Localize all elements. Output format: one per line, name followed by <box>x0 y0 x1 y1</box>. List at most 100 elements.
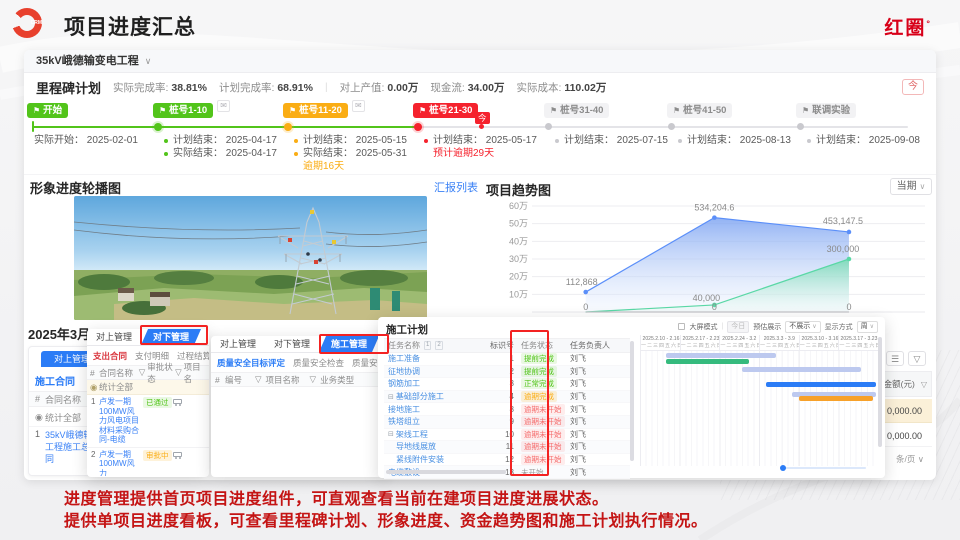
filter-icon[interactable]: ▽ <box>175 367 182 378</box>
fullscreen-checkbox[interactable] <box>678 323 685 330</box>
gantt-today-button[interactable]: 今日 <box>727 321 749 333</box>
task-row[interactable]: 导地线展放11逾期未开始刘飞 <box>384 441 630 454</box>
sort-badge-2[interactable]: 2 <box>435 341 442 350</box>
card-a-row-2[interactable]: 2 卢发一期100MW风力 审批中 <box>87 448 209 476</box>
gantt-bar[interactable] <box>766 382 875 387</box>
card-a-tabs: 对上管理 对下管理 <box>87 329 209 346</box>
stat-cashflow: 现金流: 34.00万 <box>430 80 504 95</box>
column-settings-button[interactable]: ☰ <box>886 351 904 366</box>
gantt-toolbar: 大屏模式 | 今日 预估展示 不展示 ∨ 显示方式 周 ∨ <box>640 320 878 333</box>
stat-output: 对上产值: 0.00万 <box>340 80 419 95</box>
task-name-link[interactable]: 钢筋加工 <box>388 378 420 389</box>
today-button[interactable]: 今 <box>902 79 924 95</box>
pager-size-select[interactable]: 条/页 ∨ <box>896 453 924 465</box>
task-row[interactable]: 施工准备1提前完成刘飞 <box>384 353 630 366</box>
table-vertical-scrollbar[interactable] <box>630 341 634 461</box>
project-selector[interactable]: 35kV峨德输变电工程∨ <box>24 50 936 73</box>
status-badge: 审批中 <box>143 450 172 461</box>
task-name-link[interactable]: 铁塔组立 <box>388 416 420 427</box>
milestone-flag-badge[interactable]: ⚑桩号41-50 <box>667 103 732 118</box>
gantt-bar[interactable] <box>666 359 749 364</box>
milestone-detail-line: 计划结束： 2025-07-15 <box>555 134 668 147</box>
svg-text:300,000: 300,000 <box>827 244 860 254</box>
milestone-flag-badge[interactable]: ⚑开始 <box>27 103 68 118</box>
task-row[interactable]: 铁塔组立9逾期未开始刘飞 <box>384 416 630 429</box>
svg-text:20万: 20万 <box>509 272 528 282</box>
report-list-link[interactable]: 汇报列表 <box>434 179 478 195</box>
slider-knob[interactable] <box>780 465 786 471</box>
card-a-row-1[interactable]: 1 卢发一期100MW风力风电项目材料采购合同-电缆 已通过 <box>87 395 209 448</box>
task-row[interactable]: ⊟基础部分施工4逾期完成刘飞 <box>384 391 630 404</box>
today-marker-dot <box>479 124 484 129</box>
gantt-bar[interactable] <box>742 367 861 372</box>
task-row[interactable]: 接地施工8逾期未开始刘飞 <box>384 403 630 416</box>
gantt-zoom-slider[interactable] <box>780 464 866 472</box>
milestone-flag-badge[interactable]: ⚑桩号1-10 <box>153 103 213 118</box>
task-row[interactable]: 紧线附件安装12逾期未开始刘飞 <box>384 454 630 467</box>
milestone-flag-badge[interactable]: ⚑桩号31-40 <box>544 103 609 118</box>
task-owner: 刘飞 <box>558 366 610 377</box>
milestone-label: 开始 <box>43 103 62 118</box>
milestone-detail-line: 实际结束： 2025-04-17 <box>164 147 277 160</box>
milestone-node: ⚑桩号11-20 ✉ <box>283 100 365 118</box>
task-name-link[interactable]: 接地施工 <box>388 404 420 415</box>
contract-link[interactable]: 卢发一期100MW风力 <box>99 450 141 474</box>
flag-icon: ⚑ <box>419 103 426 118</box>
milestone-flag-badge[interactable]: ⚑联调实验 <box>796 103 856 118</box>
gantt-bar[interactable] <box>666 353 775 358</box>
stat-circle-icon: ◉ <box>87 382 99 393</box>
task-row[interactable]: 征地协调2提前完成刘飞 <box>384 366 630 379</box>
expense-contract-card: 对上管理 对下管理 支出合同 支付明细 过程结算 # 合同名称▽ 审批状态▽ 项… <box>87 329 209 477</box>
mail-icon[interactable]: ✉ <box>217 100 230 112</box>
filter-icon[interactable]: ▽ <box>917 380 931 389</box>
gantt-bar[interactable] <box>799 396 873 401</box>
progress-photo-carousel[interactable] <box>74 196 427 320</box>
task-name-link[interactable]: 紧线附件安装 <box>396 454 444 465</box>
page-title: 项目进度汇总 <box>64 11 196 41</box>
subtab-expense-contract[interactable]: 支出合同 <box>93 350 127 362</box>
milestone-flag-badge[interactable]: ⚑桩号21-30 <box>413 103 478 118</box>
forecast-select[interactable]: 不展示 ∨ <box>785 321 820 333</box>
task-name-link[interactable]: 征地协调 <box>388 366 420 377</box>
milestone-detail-line: 实际开始： 2025-02-01 <box>34 134 138 147</box>
gantt-week-column: 2025.2.24 - 3.2一二三四五六日 <box>719 335 759 350</box>
task-name-link[interactable]: 导地线展放 <box>396 441 436 452</box>
sort-badge-1[interactable]: 1 <box>424 341 431 350</box>
period-dropdown[interactable]: 当期 ∨ <box>890 178 932 195</box>
tab-duixia[interactable]: 对下管理 <box>141 329 201 345</box>
milestone-node: ⚑桩号31-40 <box>544 100 609 118</box>
card-a-table-header: # 合同名称▽ 审批状态▽ 项目名 <box>87 365 209 380</box>
milestone-label: 桩号21-30 <box>429 103 472 118</box>
display-mode-select[interactable]: 周 ∨ <box>857 321 878 333</box>
expand-icon[interactable]: ⊟ <box>388 430 394 438</box>
tab-duixia[interactable]: 对下管理 <box>265 336 319 352</box>
filter-icon[interactable]: ▽ <box>310 374 317 385</box>
milestone-dot <box>668 123 675 130</box>
tab-construction-management[interactable]: 施工管理 <box>319 336 379 352</box>
tab-duishang[interactable]: 对上管理 <box>211 336 265 352</box>
subtab-qs-check[interactable]: 质量安全检查 <box>293 357 344 369</box>
expand-icon[interactable]: ⊟ <box>388 393 394 401</box>
svg-text:50万: 50万 <box>509 219 528 229</box>
task-row[interactable]: ⊟架线工程10逾期未开始刘飞 <box>384 429 630 442</box>
tab-duishang[interactable]: 对上管理 <box>87 329 141 345</box>
milestone-detail-line: 计划结束： 2025-05-17 <box>424 134 537 147</box>
svg-text:112,868: 112,868 <box>566 277 598 287</box>
filter-icon[interactable]: ▽ <box>255 374 262 385</box>
contract-link[interactable]: 卢发一期100MW风力风电项目材料采购合同-电缆 <box>99 397 141 445</box>
card-vertical-scrollbar[interactable] <box>878 337 882 447</box>
filter-button[interactable]: ▽ <box>908 351 926 366</box>
task-status-badge: 提前完成 <box>521 353 557 364</box>
subtab-qs-target[interactable]: 质量安全目标评定 <box>217 357 285 369</box>
task-name-link[interactable]: 施工准备 <box>388 353 420 364</box>
task-status-badge: 提前完成 <box>521 366 557 377</box>
mail-icon[interactable]: ✉ <box>352 100 365 112</box>
milestone-flag-badge[interactable]: ⚑桩号11-20 <box>283 103 348 118</box>
task-name-link[interactable]: 架线工程 <box>396 429 428 440</box>
filter-icon[interactable]: ▽ <box>139 367 146 378</box>
task-row[interactable]: 钢筋加工3正常完成刘飞 <box>384 378 630 391</box>
chevron-down-icon: ∨ <box>919 182 925 191</box>
table-horizontal-scrollbar[interactable] <box>386 470 506 474</box>
task-name-link[interactable]: 基础部分施工 <box>396 391 444 402</box>
construction-contract-label[interactable]: 施工合同 <box>35 373 75 388</box>
